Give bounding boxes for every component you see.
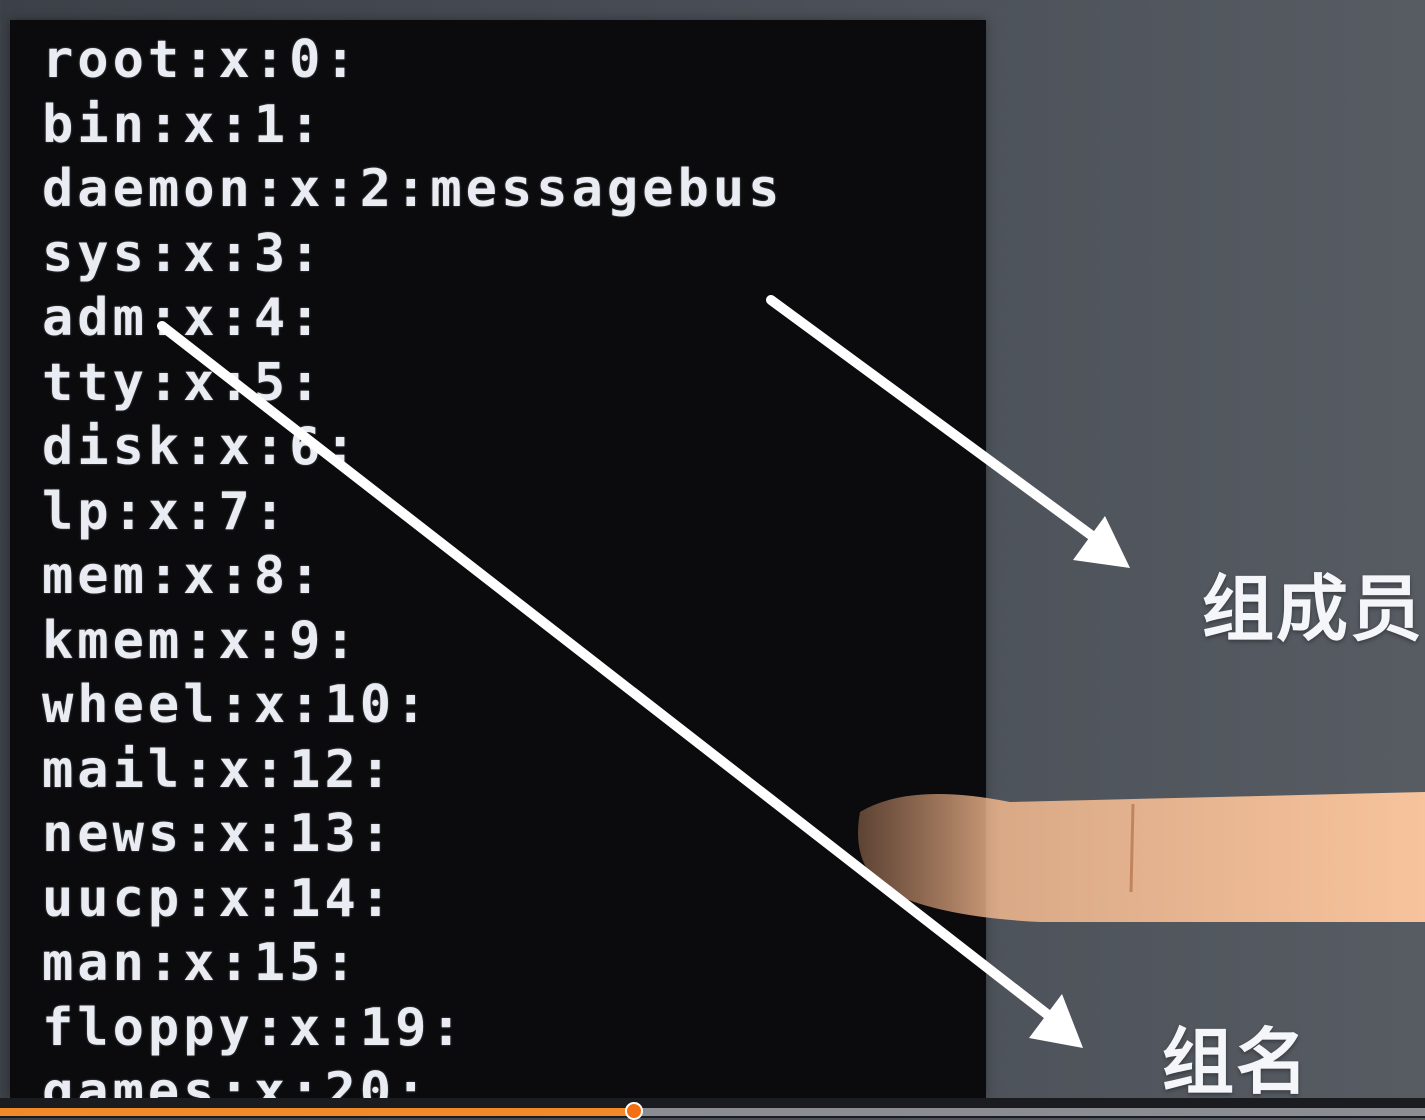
group-line-uucp: uucp:x:14:: [42, 868, 396, 929]
video-frame: root:x:0: bin:x:1: daemon:x:2:messagebus…: [0, 0, 1425, 1098]
group-file-lines: root:x:0: bin:x:1: daemon:x:2:messagebus…: [42, 28, 783, 1098]
group-line-kmem: kmem:x:9:: [42, 610, 360, 671]
video-player-bar: [0, 1098, 1425, 1120]
group-line-mem: mem:x:8:: [42, 546, 325, 606]
group-line-daemon: daemon:x:2:messagebus: [42, 159, 784, 219]
group-line-root: root:x:0:: [42, 30, 360, 90]
group-line-news: news:x:13:: [42, 804, 396, 864]
arrow-head-group-members: [1073, 516, 1130, 568]
group-line-games: games:x:20:: [42, 1062, 431, 1098]
group-line-disk: disk:x:6:: [42, 417, 360, 477]
group-line-adm: adm:x:4:: [42, 288, 325, 348]
group-line-mail: mail:x:12:: [42, 739, 396, 800]
terminal-screen: root:x:0: bin:x:1: daemon:x:2:messagebus…: [10, 20, 986, 1098]
arrow-head-group-name: [1029, 994, 1083, 1048]
group-line-bin: bin:x:1:: [42, 94, 325, 155]
progress-knob[interactable]: [625, 1102, 644, 1120]
group-line-floppy: floppy:x:19:: [42, 997, 466, 1058]
group-line-lp: lp:x:7:: [42, 481, 290, 542]
progress-track[interactable]: [0, 1102, 1425, 1120]
group-name-label: 组名: [1162, 1020, 1311, 1098]
group-line-man: man:x:15:: [42, 933, 360, 993]
group-line-wheel: wheel:x:10:: [42, 675, 431, 735]
group-line-tty: tty:x:5:: [42, 352, 325, 413]
group-line-sys: sys:x:3:: [42, 223, 325, 284]
group-members-label: 组成员: [1202, 567, 1425, 651]
progress-fill: [0, 1108, 635, 1116]
